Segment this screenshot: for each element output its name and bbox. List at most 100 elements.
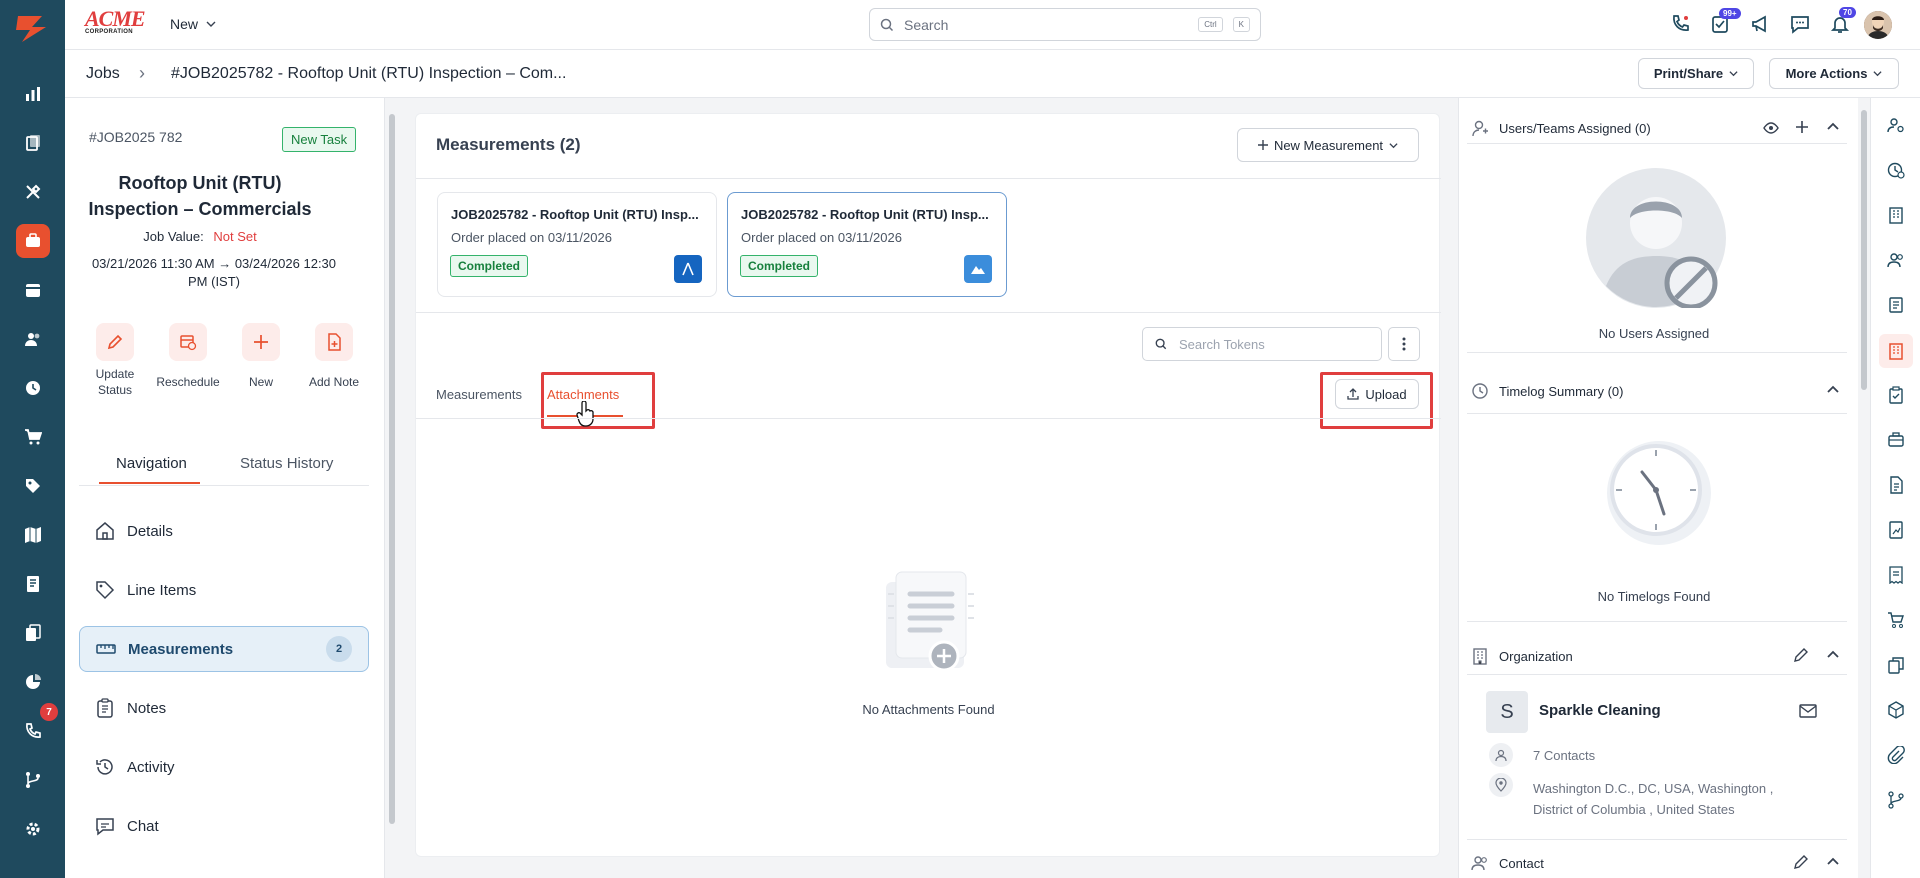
estimate-doc-icon[interactable] — [1887, 476, 1905, 494]
right-panel-scrollbar[interactable] — [1858, 98, 1870, 878]
app-logo-icon[interactable] — [14, 12, 50, 42]
new-button[interactable] — [242, 323, 280, 361]
shortcut-ctrl-key: Ctrl — [1198, 17, 1223, 32]
breadcrumb: Jobs › #JOB2025782 - Rooftop Unit (RTU) … — [65, 50, 1920, 98]
edit-pencil-icon[interactable] — [1793, 647, 1809, 663]
purchase-cart-icon[interactable] — [1887, 611, 1905, 629]
more-options-kebab-icon[interactable] — [1388, 327, 1420, 361]
files-icon[interactable] — [16, 616, 50, 650]
details-side-panel: Users/Teams Assigned (0) No Users Assign… — [1458, 98, 1858, 878]
calendar-icon[interactable] — [16, 273, 50, 307]
address-line1: Washington D.C., DC, USA, Washington , — [1533, 781, 1774, 796]
tasks-badge: 99+ — [1719, 8, 1741, 19]
left-panel-scroll-thumb[interactable] — [389, 114, 395, 824]
invoice-chart-icon[interactable] — [1887, 521, 1905, 539]
measurement-card-subtitle: Order placed on 03/11/2026 — [451, 230, 612, 245]
contacts-count[interactable]: 7 Contacts — [1533, 748, 1595, 763]
breadcrumb-jobs-link[interactable]: Jobs — [86, 65, 120, 83]
chevron-up-icon[interactable] — [1827, 856, 1839, 868]
acme-logo[interactable]: ACME CORPORATION — [85, 8, 149, 38]
search-input[interactable]: Search — [904, 17, 1188, 33]
print-share-button[interactable]: Print/Share — [1638, 58, 1754, 89]
add-user-icon[interactable] — [1795, 120, 1809, 134]
clock-illustration-icon — [1604, 438, 1714, 548]
nav-item-measurements[interactable]: Measurements 2 — [79, 626, 369, 672]
measurement-card[interactable]: JOB2025782 - Rooftop Unit (RTU) Insp... … — [727, 192, 1007, 297]
nav-item-line-items[interactable]: Line Items — [79, 567, 369, 613]
empty-attachments-illustration-icon — [874, 564, 984, 679]
nav-item-details[interactable]: Details — [79, 508, 369, 554]
documents-icon[interactable] — [16, 126, 50, 160]
document-list-icon[interactable] — [1887, 296, 1905, 314]
tag-icon[interactable] — [16, 469, 50, 503]
time-history-icon[interactable] — [1887, 161, 1905, 179]
phone-call-icon[interactable] — [1670, 14, 1690, 34]
chevron-down-icon — [1873, 69, 1882, 78]
notes-clipboard-icon — [95, 698, 115, 718]
workflow-icon[interactable] — [16, 763, 50, 797]
breadcrumb-separator: › — [139, 63, 145, 83]
user-avatar[interactable] — [1864, 11, 1892, 39]
left-panel-scrollbar[interactable] — [387, 100, 397, 878]
empty-attachments-text: No Attachments Found — [862, 702, 995, 717]
clipboard-check-icon[interactable] — [1887, 386, 1905, 404]
timesheet-clock-icon[interactable] — [16, 371, 50, 405]
global-search[interactable]: Search Ctrl K — [869, 8, 1261, 41]
building-icon — [1471, 647, 1489, 665]
nav-item-notes[interactable]: Notes — [79, 685, 369, 731]
more-actions-button[interactable]: More Actions — [1769, 58, 1899, 89]
organization-name[interactable]: Sparkle Cleaning — [1539, 702, 1661, 719]
search-tokens-input[interactable]: Search Tokens — [1179, 337, 1265, 352]
contacts-icon[interactable] — [16, 322, 50, 356]
attachment-paperclip-icon[interactable] — [1887, 746, 1905, 764]
cart-icon[interactable] — [16, 420, 50, 454]
jobs-briefcase-icon[interactable] — [16, 224, 50, 258]
cards-divider — [416, 312, 1441, 313]
people-icon[interactable] — [1887, 251, 1905, 269]
contact-people-icon — [1471, 854, 1489, 872]
update-status-button[interactable] — [96, 323, 134, 361]
right-panel-scroll-thumb[interactable] — [1861, 110, 1867, 390]
package-box-icon[interactable] — [1887, 701, 1905, 719]
location-pin-icon — [1489, 773, 1513, 797]
measurement-card[interactable]: JOB2025782 - Rooftop Unit (RTU) Insp... … — [437, 192, 717, 297]
chevron-up-icon[interactable] — [1827, 649, 1839, 661]
user-outline-icon — [1471, 119, 1489, 137]
divider — [1467, 621, 1847, 622]
reschedule-button[interactable] — [169, 323, 207, 361]
invoice-icon[interactable] — [16, 567, 50, 601]
copy-files-icon[interactable] — [1887, 656, 1905, 674]
new-dropdown[interactable]: New — [170, 16, 216, 32]
briefcase-icon[interactable] — [1887, 431, 1905, 449]
building-icon[interactable] — [1887, 206, 1905, 224]
new-measurement-button[interactable]: New Measurement — [1237, 128, 1419, 162]
job-dates-line1: 03/21/2026 11:30 AM → 03/24/2026 12:30 — [91, 256, 337, 271]
edit-pencil-icon[interactable] — [1793, 854, 1809, 870]
reports-pie-icon[interactable] — [16, 665, 50, 699]
tab-status-history[interactable]: Status History — [240, 455, 333, 472]
job-title-line1: Rooftop Unit (RTU) — [118, 173, 282, 193]
dashboard-icon[interactable] — [16, 77, 50, 111]
user-settings-icon[interactable] — [1887, 116, 1905, 134]
nav-item-activity[interactable]: Activity — [79, 744, 369, 790]
workflow-branch-icon[interactable] — [1887, 791, 1905, 809]
receipt-icon[interactable] — [1887, 566, 1905, 584]
search-tokens-field[interactable]: Search Tokens — [1142, 327, 1382, 361]
chat-bubble-icon[interactable] — [1790, 14, 1810, 34]
eye-icon[interactable] — [1763, 120, 1779, 136]
map-icon[interactable] — [16, 518, 50, 552]
job-title: Rooftop Unit (RTU) Inspection – Commerci… — [65, 170, 335, 222]
tab-navigation[interactable]: Navigation — [116, 455, 187, 472]
email-icon[interactable] — [1799, 704, 1817, 718]
chevron-up-icon[interactable] — [1827, 384, 1839, 396]
add-note-button[interactable] — [315, 323, 353, 361]
announcement-megaphone-icon[interactable] — [1750, 14, 1770, 34]
hand-cursor-icon — [576, 401, 596, 427]
tools-icon[interactable] — [16, 175, 50, 209]
settings-gear-icon[interactable] — [16, 812, 50, 846]
completed-badge: Completed — [740, 255, 819, 277]
organization-active-icon[interactable] — [1879, 334, 1913, 368]
tab-measurements[interactable]: Measurements — [436, 387, 522, 402]
chevron-up-icon[interactable] — [1827, 121, 1839, 133]
nav-item-chat[interactable]: Chat — [79, 803, 369, 849]
